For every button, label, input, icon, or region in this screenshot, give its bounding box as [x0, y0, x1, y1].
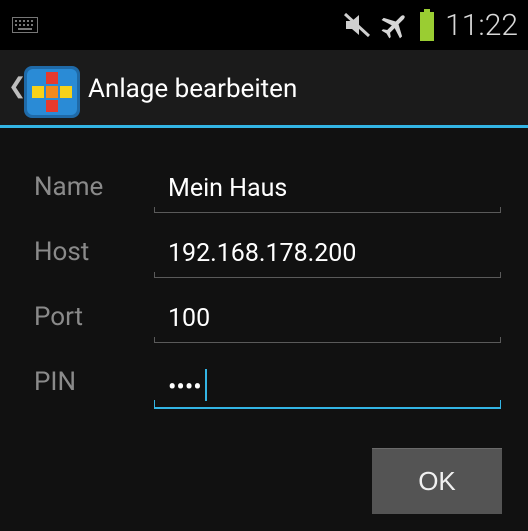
host-field-underline: [154, 277, 501, 278]
host-field-edge-right: [500, 272, 501, 278]
form-row-host: Host 192.168.178.200: [0, 237, 528, 297]
host-field[interactable]: 192.168.178.200: [168, 239, 356, 268]
keyboard-icon: [12, 17, 38, 33]
pin-field[interactable]: ••••: [168, 369, 207, 402]
status-bar: 11:22: [0, 0, 528, 50]
name-label: Name: [34, 172, 104, 202]
airplane-mode-icon: [381, 11, 409, 39]
form-row-pin: PIN ••••: [0, 367, 528, 427]
app-logo-icon[interactable]: [24, 66, 80, 118]
pin-masked-value: ••••: [168, 373, 202, 402]
pin-field-edge-left: [154, 400, 155, 408]
port-field-edge-right: [500, 337, 501, 343]
name-field[interactable]: Mein Haus: [168, 174, 287, 203]
form-row-port: Port 100: [0, 302, 528, 362]
status-time: 11:22: [445, 7, 518, 43]
mute-icon: [343, 12, 371, 38]
name-field-edge-right: [500, 207, 501, 213]
host-field-edge-left: [154, 272, 155, 278]
pin-label: PIN: [34, 367, 77, 397]
battery-icon: [419, 9, 435, 41]
host-label: Host: [34, 237, 90, 267]
port-field-edge-left: [154, 337, 155, 343]
pin-field-edge-right: [500, 400, 501, 408]
name-field-underline: [154, 212, 501, 213]
form-row-name: Name Mein Haus: [0, 172, 528, 232]
pin-field-underline: [154, 407, 501, 409]
text-cursor: [204, 369, 207, 401]
page-title: Anlage bearbeiten: [88, 74, 298, 104]
name-field-edge-left: [154, 207, 155, 213]
port-field[interactable]: 100: [168, 304, 210, 333]
app-window: 11:22 ❮ Anlage bearbeiten Name Mein Haus: [0, 0, 528, 531]
port-field-underline: [154, 342, 501, 343]
action-bar[interactable]: ❮ Anlage bearbeiten: [0, 50, 528, 127]
port-label: Port: [34, 302, 84, 332]
ok-button[interactable]: OK: [372, 448, 502, 514]
